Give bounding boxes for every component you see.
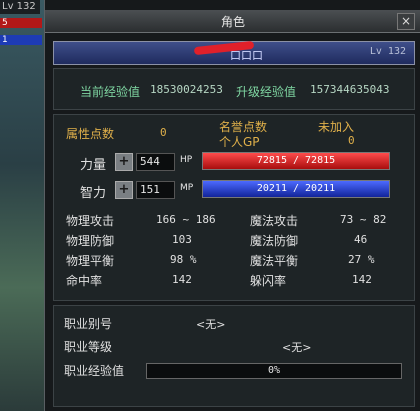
player-mp-bar: 1 (0, 35, 42, 45)
magic-balance-value: 27 % (348, 253, 375, 266)
experience-panel: 当前经验值 18530024253 升级经验值 157344635043 (53, 68, 415, 110)
dodge-rate-label: 躲闪率 (250, 274, 287, 288)
gp-label: 个人GP (219, 135, 260, 149)
job-panel: 职业别号 <无> 职业等级 <无> 职业经验值 0% (53, 305, 415, 407)
physical-balance-value: 98 % (170, 253, 197, 266)
hit-rate-label: 命中率 (66, 274, 103, 288)
mp-unit: MP (180, 183, 194, 193)
player-level-label: Lv 132 (0, 0, 40, 14)
current-exp-label: 当前经验值 (80, 85, 141, 99)
attr-points-label: 属性点数 (66, 127, 115, 141)
magic-defense-label: 魔法防御 (250, 234, 299, 248)
intelligence-row: 智力 + 151 MP 20211 / 20211 (62, 179, 407, 201)
physical-balance-label: 物理平衡 (66, 254, 115, 268)
magic-balance-label: 魔法平衡 (250, 254, 299, 268)
magic-defense-value: 46 (354, 233, 368, 246)
window-title: 角色 (220, 15, 245, 29)
hp-gauge-text: 72815 / 72815 (256, 155, 336, 166)
character-name-bar: 口口口 Lv 132 (53, 40, 415, 65)
game-world-background: Lv 132 5 1 (0, 0, 44, 411)
magic-attack-value: 73 ~ 82 (340, 213, 387, 226)
strength-row: 力量 + 544 HP 72815 / 72815 (62, 151, 407, 173)
job-type-value: <无> (196, 318, 226, 331)
job-level-value: <无> (282, 341, 312, 354)
add-strength-button[interactable]: + (115, 153, 133, 171)
fame-value: 未加入 (318, 120, 355, 134)
mp-gauge: 20211 / 20211 (202, 180, 390, 198)
job-type-label: 职业别号 (64, 317, 113, 331)
job-exp-label: 职业经验值 (64, 364, 125, 378)
job-exp-value: 0% (267, 365, 281, 376)
player-hp-bar: 5 (0, 18, 42, 28)
dodge-rate-value: 142 (352, 273, 372, 286)
close-button[interactable]: × (397, 13, 415, 30)
physical-attack-label: 物理攻击 (66, 214, 115, 228)
levelup-exp-label: 升级经验值 (236, 85, 297, 99)
add-intelligence-button[interactable]: + (115, 181, 133, 199)
hit-rate-value: 142 (172, 273, 192, 286)
character-name: 口口口 (230, 49, 263, 62)
window-titlebar[interactable]: 角色 × (45, 10, 420, 33)
physical-defense-label: 物理防御 (66, 234, 115, 248)
mp-gauge-text: 20211 / 20211 (256, 183, 336, 194)
levelup-exp-value: 157344635043 (310, 83, 390, 96)
stats-panel: 属性点数 0 名誉点数 未加入 个人GP 0 力量 + 544 HP 72815… (53, 114, 415, 301)
physical-defense-value: 103 (172, 233, 192, 246)
intelligence-value: 151 (136, 181, 175, 199)
magic-attack-label: 魔法攻击 (250, 214, 299, 228)
job-level-label: 职业等级 (64, 340, 113, 354)
job-exp-bar: 0% (146, 363, 402, 379)
intelligence-label: 智力 (80, 186, 107, 201)
hp-unit: HP (180, 155, 193, 165)
current-exp-value: 18530024253 (150, 83, 223, 96)
gp-value: 0 (348, 134, 355, 147)
strength-label: 力量 (80, 158, 107, 173)
strength-value: 544 (136, 153, 175, 171)
physical-attack-value: 166 ~ 186 (156, 213, 216, 226)
attr-points-value: 0 (160, 126, 167, 139)
character-window: 角色 × 口口口 Lv 132 当前经验值 18530024253 升级经验值 … (44, 0, 420, 411)
hp-gauge: 72815 / 72815 (202, 152, 390, 170)
character-level: Lv 132 (369, 46, 406, 57)
